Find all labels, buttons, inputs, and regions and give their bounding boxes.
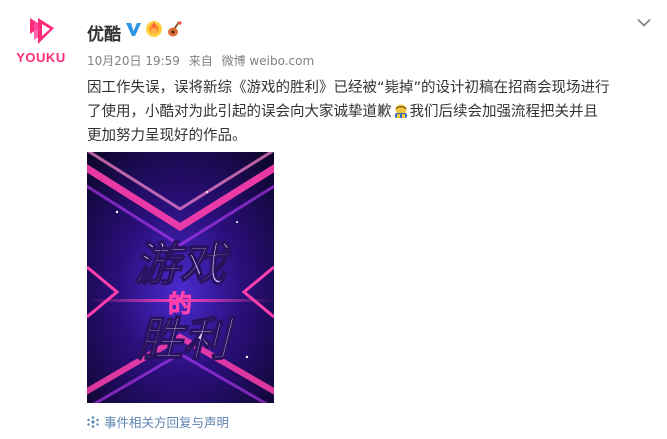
- post-source-prefix: 来自: [188, 54, 213, 68]
- post-text: 因工作失误，误将新综《游戏的胜利》已经被“毙掉”的设计初稿在招商会现场进行 了使…: [87, 76, 655, 148]
- account-name[interactable]: 优酷: [87, 20, 121, 45]
- post-image[interactable]: 游戏 的 胜利: [87, 152, 274, 403]
- post-text-line: 因工作失误，误将新综《游戏的胜利》已经被“毙掉”的设计初稿在招商会现场进行: [87, 80, 610, 96]
- link-icon: [87, 415, 99, 428]
- avatar[interactable]: YOUKU: [16, 14, 66, 70]
- bow-emoji-icon: [394, 104, 407, 118]
- statement-link[interactable]: 事件相关方回复与声明: [87, 412, 229, 431]
- post-text-line: 了使用，小酷对为此引起的误会向大家诚挚道歉 我们后续会加强流程把关并且: [87, 100, 655, 124]
- statement-link-label[interactable]: 事件相关方回复与声明: [104, 412, 229, 431]
- sunflower-badge-icon[interactable]: [145, 20, 163, 38]
- poster-title-line1: 游戏: [134, 237, 231, 291]
- guitar-badge-icon[interactable]: [166, 20, 184, 38]
- avatar-wordmark: YOUKU: [16, 50, 66, 65]
- post-text-line: 更加努力呈现好的作品。: [87, 128, 247, 144]
- post-text-segment: 我们后续会加强流程把关并且: [409, 104, 599, 120]
- poster-title-line3: 胜利: [136, 312, 236, 366]
- verified-v-icon[interactable]: [124, 20, 142, 38]
- youku-logo-icon: [30, 18, 54, 44]
- post-meta: 10月20日 19:59 来自 微博 weibo.com: [87, 52, 319, 69]
- post-timestamp[interactable]: 10月20日 19:59: [87, 54, 180, 68]
- game-victory-poster: 游戏 的 胜利: [87, 152, 274, 403]
- collapse-button[interactable]: [633, 12, 655, 34]
- badge-row: [124, 18, 184, 40]
- post-source[interactable]: 微博 weibo.com: [222, 54, 315, 68]
- chevron-down-icon: [637, 19, 651, 27]
- post-text-segment: 了使用，小酷对为此引起的误会向大家诚挚道歉: [87, 104, 392, 120]
